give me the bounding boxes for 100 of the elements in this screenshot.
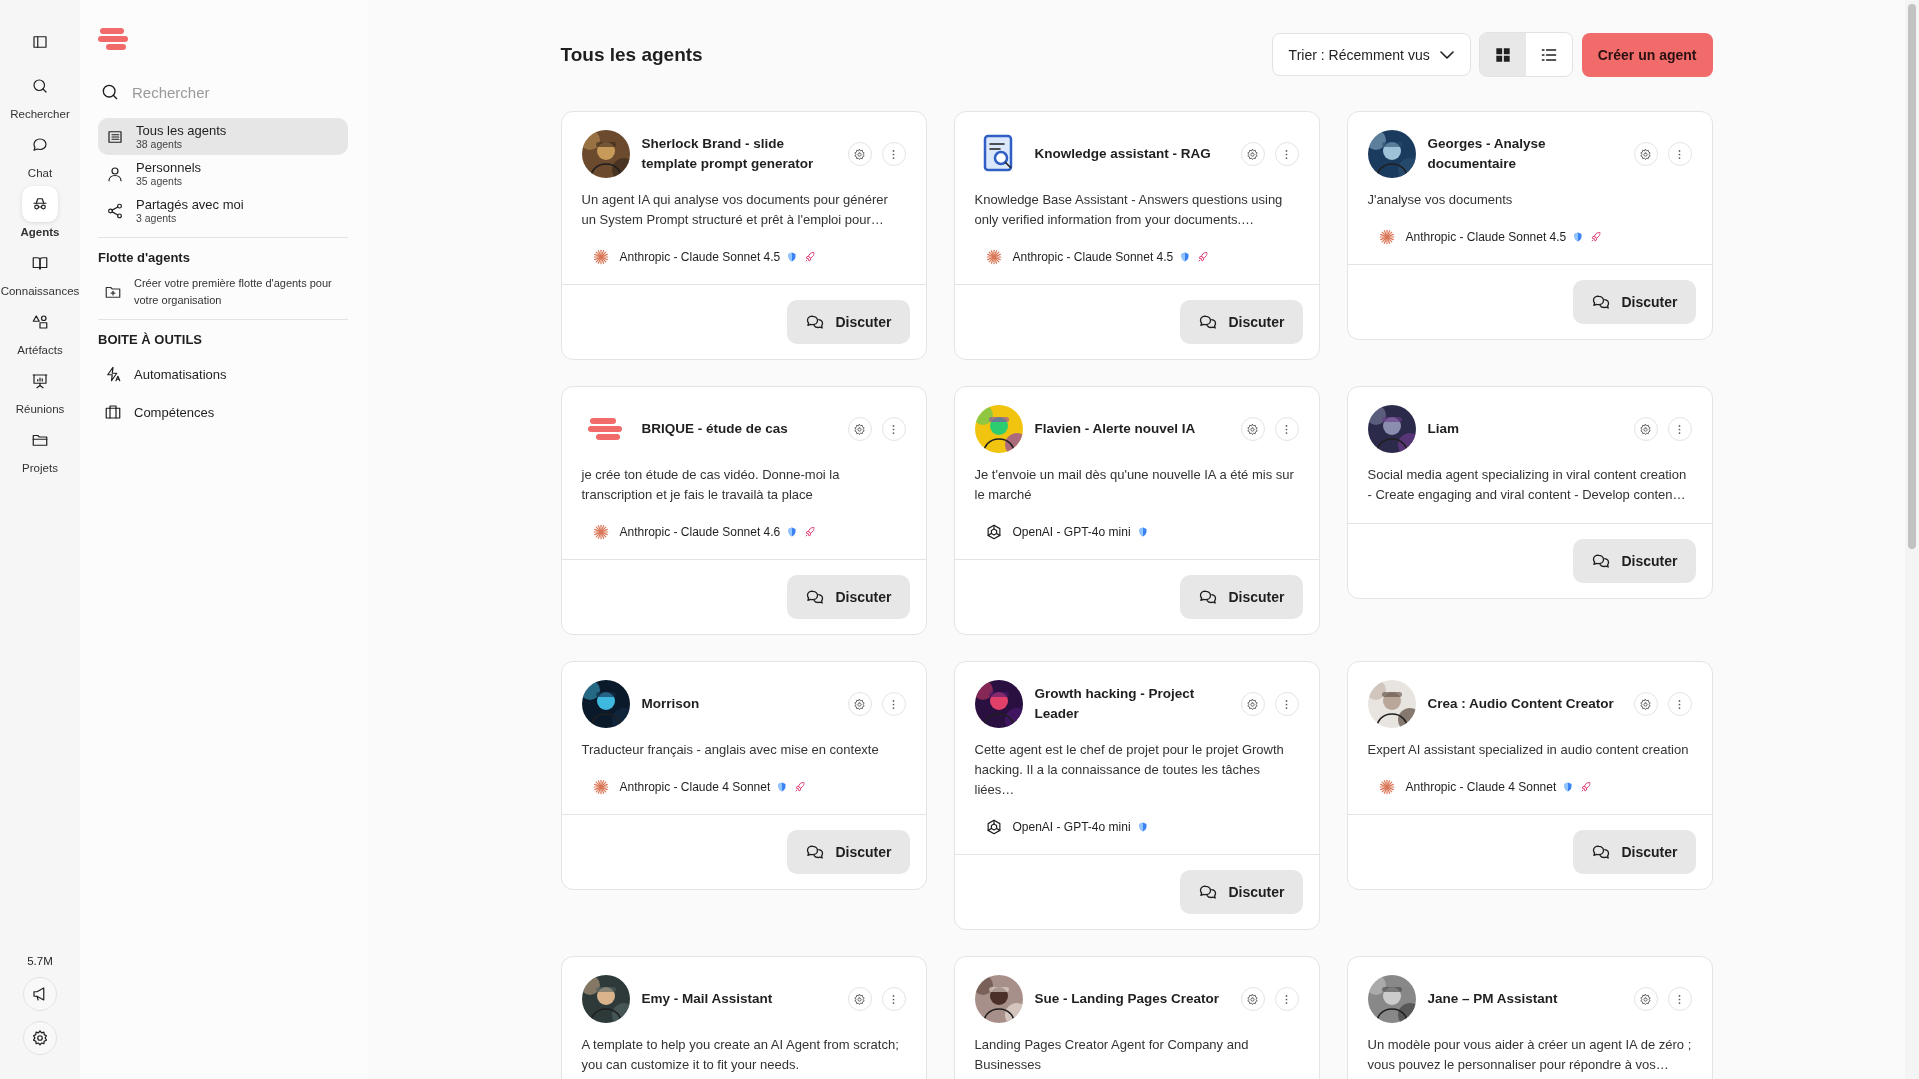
grid-view-button[interactable]: [1479, 33, 1526, 76]
search-icon: [100, 82, 120, 102]
nav-item[interactable]: Connaissances: [0, 245, 80, 297]
settings-icon: [31, 1029, 49, 1047]
agent-name: Morrison: [641, 695, 701, 713]
agent-description: Un modèle pour vous aider à créer un agent IA de zéro ; vous pouvez le personnaliser pour répondre à vos…: [1367, 1036, 1692, 1074]
usage-count: 5.7M: [27, 955, 53, 967]
nav-item[interactable]: Réunions: [15, 363, 65, 415]
asterisk-icon: [591, 778, 610, 796]
nav-label: Rechercher: [10, 108, 70, 120]
agent-description: Traducteur français - anglais avec mise en contexte: [581, 741, 880, 759]
nav-item[interactable]: Chat: [22, 127, 58, 179]
settings-button[interactable]: [23, 1021, 57, 1055]
agent-name: Flavien - Alerte nouvel IA: [1034, 420, 1197, 438]
agent-name: BRIQUE - étude de cas: [641, 420, 789, 438]
create-agent-button[interactable]: Créer un agent: [1581, 32, 1713, 77]
model-name: OpenAI - GPT-4o mini: [1012, 820, 1131, 834]
nav-label: Agents: [20, 226, 60, 238]
asterisk-icon: [591, 523, 610, 541]
shapes-icon: [31, 313, 49, 331]
settings-icon: [1246, 992, 1259, 1006]
sidebar-item[interactable]: Automatisations: [98, 355, 348, 393]
agent-name: Jane – PM Assistant: [1427, 990, 1559, 1008]
section-title: BOITE À OUTILS: [98, 332, 203, 347]
chat-button[interactable]: Discuter: [1573, 830, 1696, 874]
nav-item[interactable]: Artéfacts: [17, 304, 63, 356]
asterisk-icon: [984, 248, 1003, 266]
item-count: 38 agents: [136, 138, 184, 150]
search-icon: [31, 77, 49, 95]
chat-button[interactable]: Discuter: [787, 575, 910, 619]
create-fleet-link[interactable]: Créer votre première flotte d'agents pour votre organisation: [98, 273, 348, 311]
agent-description: Landing Pages Creator Agent for Company and Businesses: [974, 1036, 1250, 1074]
agent-name: Liam: [1427, 420, 1460, 438]
model-name: Anthropic - Claude Sonnet 4.5: [1405, 230, 1567, 244]
sort-dropdown[interactable]: Trier : Récemment vus: [1271, 33, 1471, 76]
agent-description: A template to help you create an AI Agent from scratch; you can customize it to fit your needs.: [581, 1036, 900, 1074]
item-count: 3 agents: [136, 212, 178, 224]
sidebar-item[interactable]: Tous les agents 38 agents: [98, 118, 348, 155]
agent-description: je crée ton étude de cas vidéo. Donne-moi la transcription et je fais le travailà ta place: [581, 466, 841, 504]
item-label: Partagés avec moi: [136, 197, 244, 212]
chat-button[interactable]: Discuter: [1573, 280, 1696, 324]
nav-label: Artéfacts: [17, 344, 63, 356]
chat-button[interactable]: Discuter: [1573, 539, 1696, 583]
chat-button[interactable]: Discuter: [787, 300, 910, 344]
item-count: 35 agents: [136, 175, 184, 187]
model-name: Anthropic - Claude Sonnet 4.5: [1012, 250, 1174, 264]
asterisk-icon: [1377, 228, 1396, 246]
model-name: Anthropic - Claude Sonnet 4.6: [619, 525, 781, 539]
shield-icon: [786, 251, 799, 263]
model-name: Anthropic - Claude 4 Sonnet: [619, 780, 771, 794]
chat-icon: [31, 136, 49, 154]
nav-label: Réunions: [15, 403, 65, 415]
section-title: Flotte d'agents: [98, 250, 191, 265]
agent-name: Knowledge assistant - RAG: [1034, 145, 1212, 163]
brand-logo: [98, 26, 130, 52]
user-icon: [106, 164, 124, 183]
agent-name: Emy - Mail Assistant: [641, 990, 774, 1008]
chat-button[interactable]: Discuter: [1180, 575, 1303, 619]
model-name: OpenAI - GPT-4o mini: [1012, 525, 1131, 539]
agent-description: Social media agent specializing in viral content creation - Create engaging and viral content - Develop conten…: [1367, 466, 1688, 504]
book-icon: [31, 254, 49, 272]
agent-name: Growth hacking - Project Leader: [1034, 685, 1196, 723]
settings-icon: [1639, 422, 1652, 436]
nav-label: Chat: [27, 167, 53, 179]
item-label: Tous les agents: [136, 123, 227, 138]
settings-icon: [1246, 147, 1259, 161]
scrollbar[interactable]: [1905, 0, 1919, 1079]
shield-icon: [1562, 781, 1575, 793]
sidebar-item[interactable]: Personnels 35 agents: [98, 155, 348, 192]
asterisk-icon: [591, 248, 610, 266]
agent-name: Georges - Analyse documentaire: [1427, 135, 1547, 173]
item-label: Personnels: [136, 160, 202, 175]
agent-description: Expert AI assistant specialized in audio content creation: [1367, 741, 1690, 759]
settings-icon: [853, 992, 866, 1006]
agent-name: Sue - Landing Pages Creator: [1034, 990, 1221, 1008]
settings-icon: [1639, 697, 1652, 711]
chat-button[interactable]: Discuter: [1180, 300, 1303, 344]
agent-description: J'analyse vos documents: [1367, 191, 1514, 209]
chat-button[interactable]: Discuter: [787, 830, 910, 874]
model-name: Anthropic - Claude 4 Sonnet: [1405, 780, 1557, 794]
share-icon: [106, 201, 124, 220]
page-title: Tous les agents: [560, 43, 703, 66]
settings-icon: [1639, 992, 1652, 1006]
asterisk-icon: [1377, 778, 1396, 796]
feedback-button[interactable]: [23, 977, 57, 1011]
agent-description: Cette agent est le chef de projet pour le projet Growth hacking. Il a la connaissance de toutes les tâches liées…: [974, 741, 1285, 799]
agent-description: Je t'envoie un mail dès qu'une nouvelle IA a été mis sur le marché: [974, 466, 1295, 504]
nav-item[interactable]: Projets: [22, 422, 58, 474]
nav-item[interactable]: Rechercher: [10, 68, 70, 120]
lightning-icon: [104, 365, 122, 383]
chat-button[interactable]: Discuter: [1180, 870, 1303, 914]
settings-icon: [1246, 422, 1259, 436]
scrollbar-thumb[interactable]: [1908, 4, 1916, 549]
shield-icon: [1572, 231, 1585, 243]
settings-icon: [853, 422, 866, 436]
agent-name: Sherlock Brand - slide template prompt generator: [641, 135, 815, 173]
model-name: Anthropic - Claude Sonnet 4.5: [619, 250, 781, 264]
search-field[interactable]: Rechercher: [130, 82, 346, 102]
sidebar-item[interactable]: Compétences: [98, 393, 348, 431]
sidebar-item[interactable]: Partagés avec moi 3 agents: [98, 192, 348, 229]
